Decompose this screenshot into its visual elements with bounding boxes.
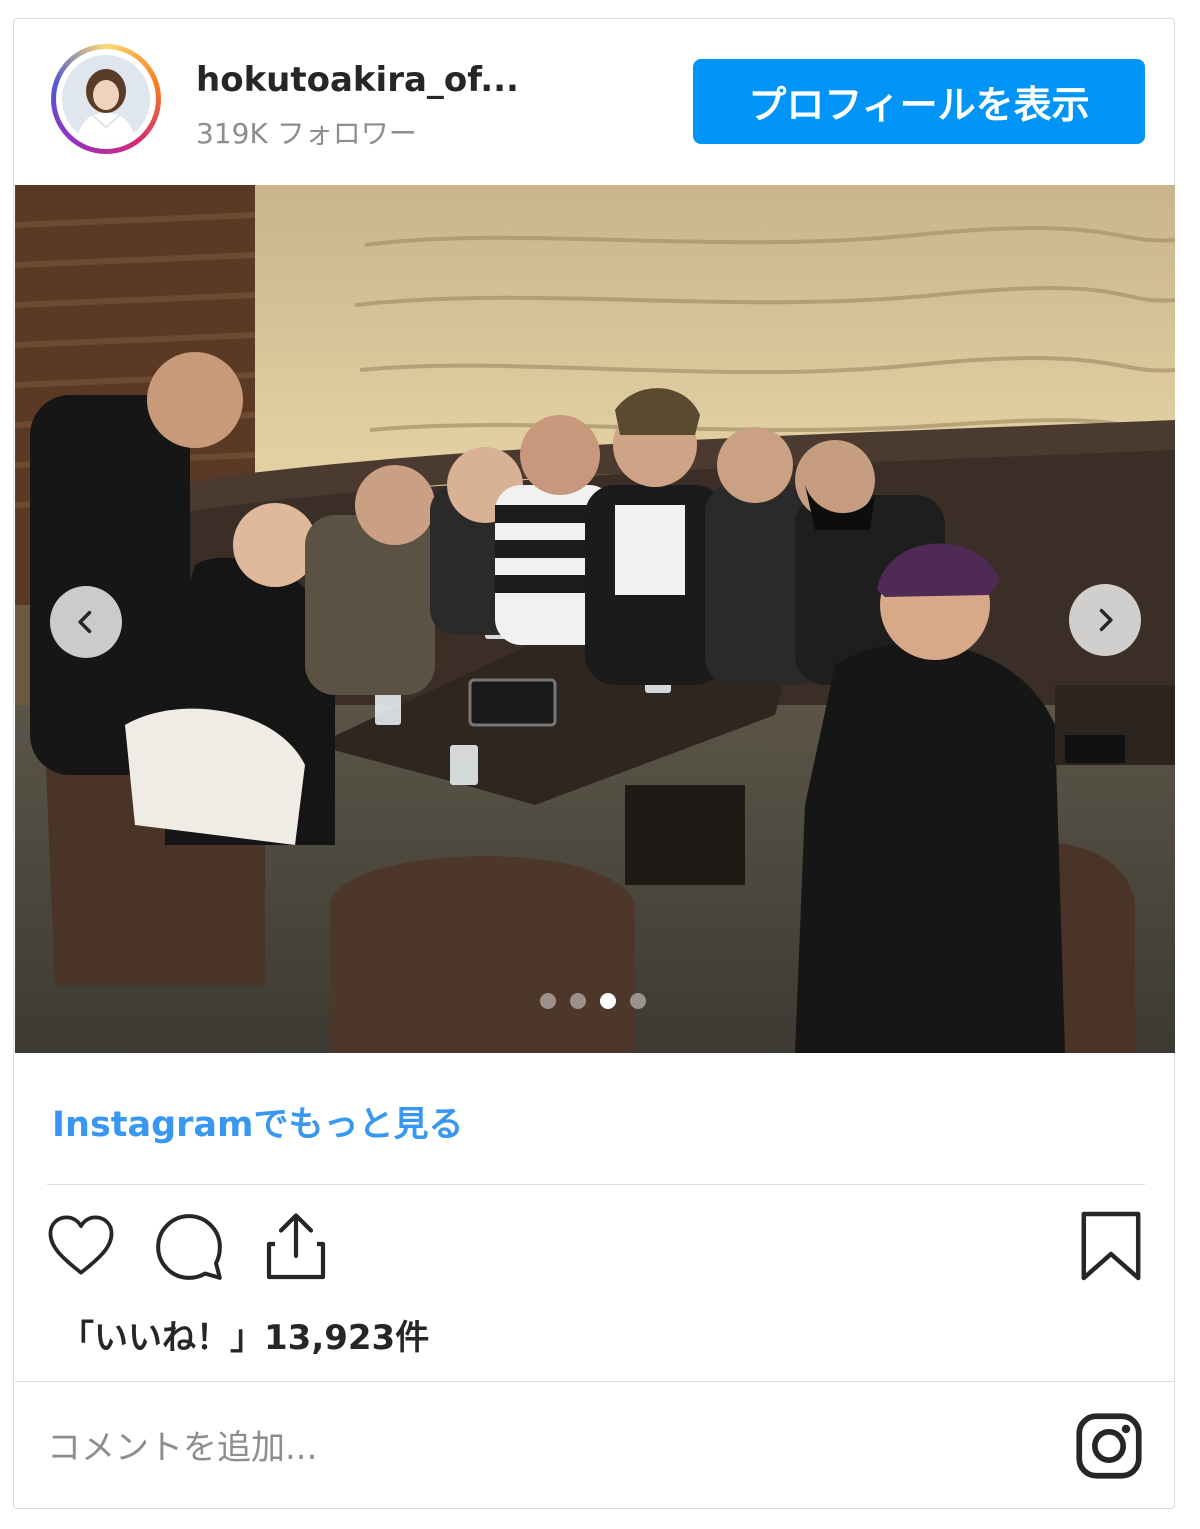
share-icon[interactable] xyxy=(262,1211,330,1283)
carousel-dot[interactable] xyxy=(570,993,586,1009)
carousel-indicator xyxy=(540,993,646,1009)
heart-icon[interactable] xyxy=(45,1213,117,1277)
like-count[interactable]: 「いいね！」13,923件 xyxy=(60,1310,429,1359)
carousel-dot[interactable] xyxy=(600,993,616,1009)
divider xyxy=(47,1184,1145,1185)
chevron-left-icon xyxy=(78,610,92,634)
instagram-icon[interactable] xyxy=(1075,1412,1143,1480)
comment-icon[interactable] xyxy=(152,1210,226,1284)
avatar-story-ring[interactable] xyxy=(51,44,161,154)
avatar xyxy=(62,55,150,143)
follower-count: 319K フォロワー xyxy=(196,117,417,150)
bookmark-icon[interactable] xyxy=(1079,1209,1143,1283)
carousel-dot[interactable] xyxy=(540,993,556,1009)
comment-section xyxy=(15,1381,1175,1506)
view-profile-button[interactable]: プロフィールを表示 xyxy=(693,59,1145,144)
carousel-dot[interactable] xyxy=(630,993,646,1009)
chevron-right-icon xyxy=(1099,608,1113,632)
carousel-next-button[interactable] xyxy=(1069,584,1141,656)
group-photo-image xyxy=(15,185,1175,1053)
username[interactable]: hokutoakira_of... xyxy=(196,60,519,100)
post-photo[interactable] xyxy=(15,185,1175,1053)
view-more-on-instagram-link[interactable]: Instagramでもっと見る xyxy=(52,1096,464,1147)
comment-input[interactable] xyxy=(45,1422,949,1474)
carousel-prev-button[interactable] xyxy=(50,586,122,658)
